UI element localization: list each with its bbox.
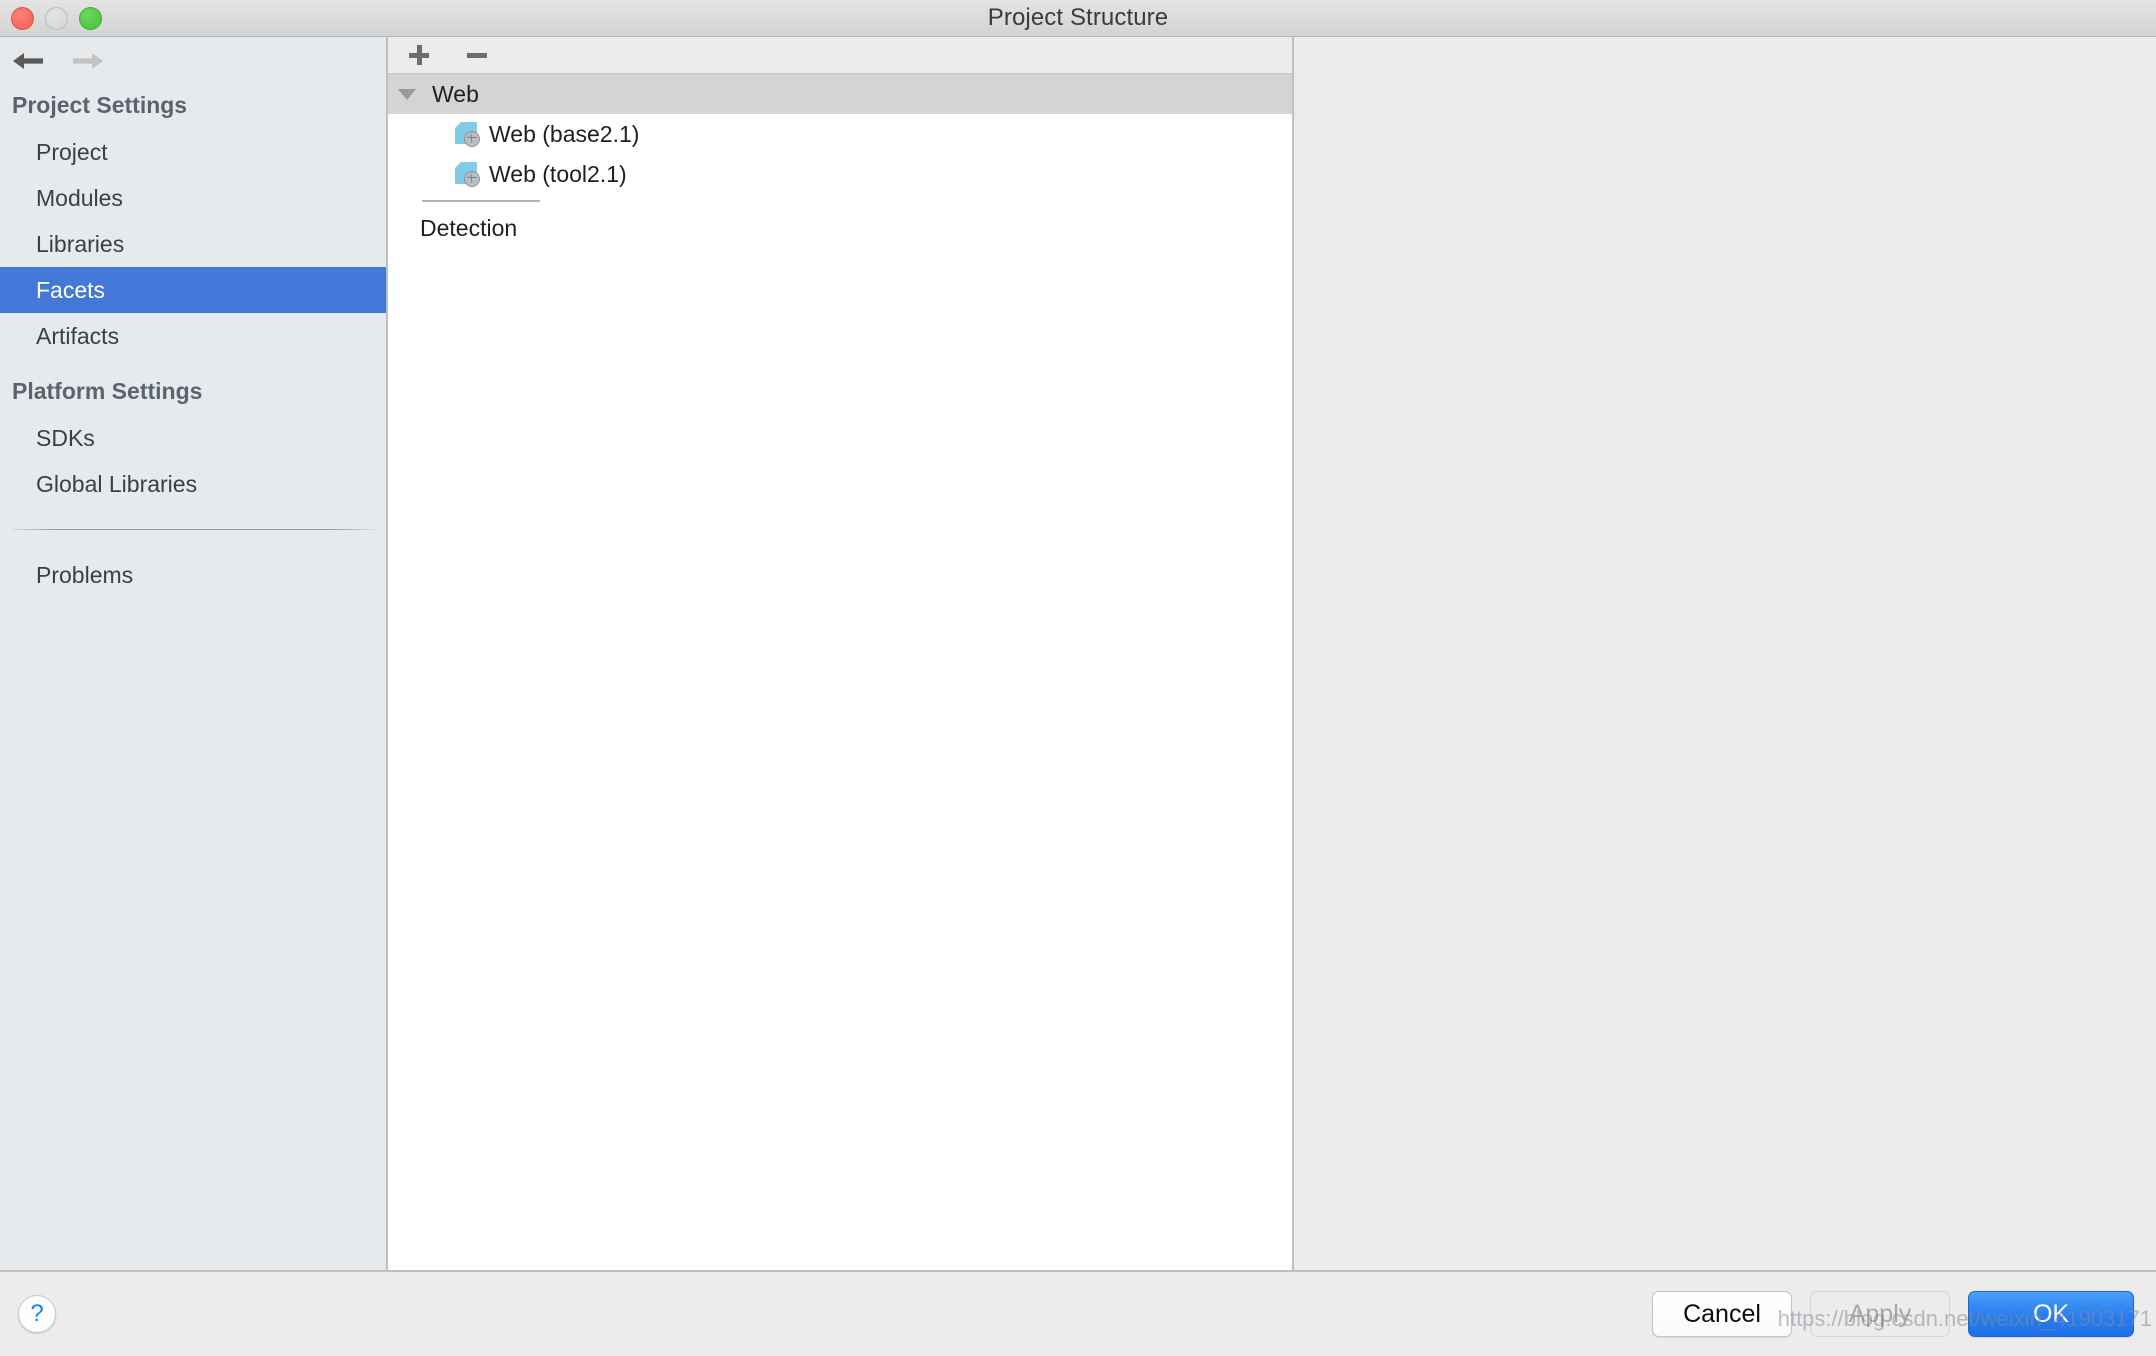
tree-item-web-base[interactable]: Web (base2.1) <box>388 114 1292 154</box>
sidebar-item-facets[interactable]: Facets <box>0 267 386 313</box>
project-structure-dialog: Project Structure Project Settings Proje… <box>0 0 2156 1356</box>
remove-facet-button[interactable] <box>462 41 492 69</box>
add-facet-button[interactable] <box>404 41 434 69</box>
sidebar-item-project[interactable]: Project <box>0 129 386 175</box>
minus-icon <box>467 52 487 58</box>
tree-divider <box>422 200 540 202</box>
forward-arrow-icon[interactable] <box>70 47 106 75</box>
sidebar-section-project-settings: Project Settings <box>12 92 188 118</box>
sidebar-item-libraries[interactable]: Libraries <box>0 221 386 267</box>
dialog-footer: ? Cancel Apply OK https://blog.csdn.net/… <box>0 1272 2156 1356</box>
close-window-button[interactable] <box>11 6 34 30</box>
back-arrow-icon[interactable] <box>10 47 46 75</box>
ok-button[interactable]: OK <box>1968 1291 2134 1337</box>
sidebar-divider <box>12 529 375 530</box>
sidebar-item-sdks[interactable]: SDKs <box>0 415 386 461</box>
window-title: Project Structure <box>987 4 1169 31</box>
apply-button[interactable]: Apply <box>1810 1291 1950 1337</box>
facets-tree-panel: Web Web (base2.1) Web (tool2.1) Detectio… <box>388 37 1294 1270</box>
maximize-window-button[interactable] <box>79 6 102 30</box>
minimize-window-button[interactable] <box>45 6 68 30</box>
help-button[interactable]: ? <box>18 1295 56 1333</box>
navigation-arrows <box>0 37 386 85</box>
tree-item-label: Web (tool2.1) <box>489 160 627 187</box>
sidebar-item-problems[interactable]: Problems <box>0 552 386 598</box>
tree-item-label: Detection <box>420 214 518 241</box>
sidebar-item-artifacts[interactable]: Artifacts <box>0 313 386 359</box>
web-facet-icon <box>454 121 480 147</box>
facet-detail-panel <box>1294 37 2156 1270</box>
tree-item-label: Web (base2.1) <box>489 120 640 147</box>
facets-toolbar <box>388 37 1292 74</box>
tree-item-web-tool[interactable]: Web (tool2.1) <box>388 154 1292 194</box>
sidebar-section-platform-settings: Platform Settings <box>12 378 203 404</box>
tree-item-detection[interactable]: Detection <box>388 208 1292 248</box>
chevron-down-icon[interactable] <box>398 88 416 100</box>
facets-tree: Web Web (base2.1) Web (tool2.1) Detectio… <box>388 74 1292 1270</box>
sidebar-item-global-libraries[interactable]: Global Libraries <box>0 461 386 507</box>
web-facet-icon <box>454 161 480 187</box>
settings-sidebar: Project Settings Project Modules Librari… <box>0 37 388 1270</box>
dialog-body: Project Settings Project Modules Librari… <box>0 37 2156 1272</box>
sidebar-item-modules[interactable]: Modules <box>0 175 386 221</box>
title-bar: Project Structure <box>0 0 2156 37</box>
traffic-light-controls <box>11 0 102 36</box>
cancel-button[interactable]: Cancel <box>1652 1291 1792 1337</box>
plus-icon <box>409 45 429 65</box>
tree-group-row-web[interactable]: Web <box>388 74 1292 114</box>
tree-group-label: Web <box>432 80 479 107</box>
